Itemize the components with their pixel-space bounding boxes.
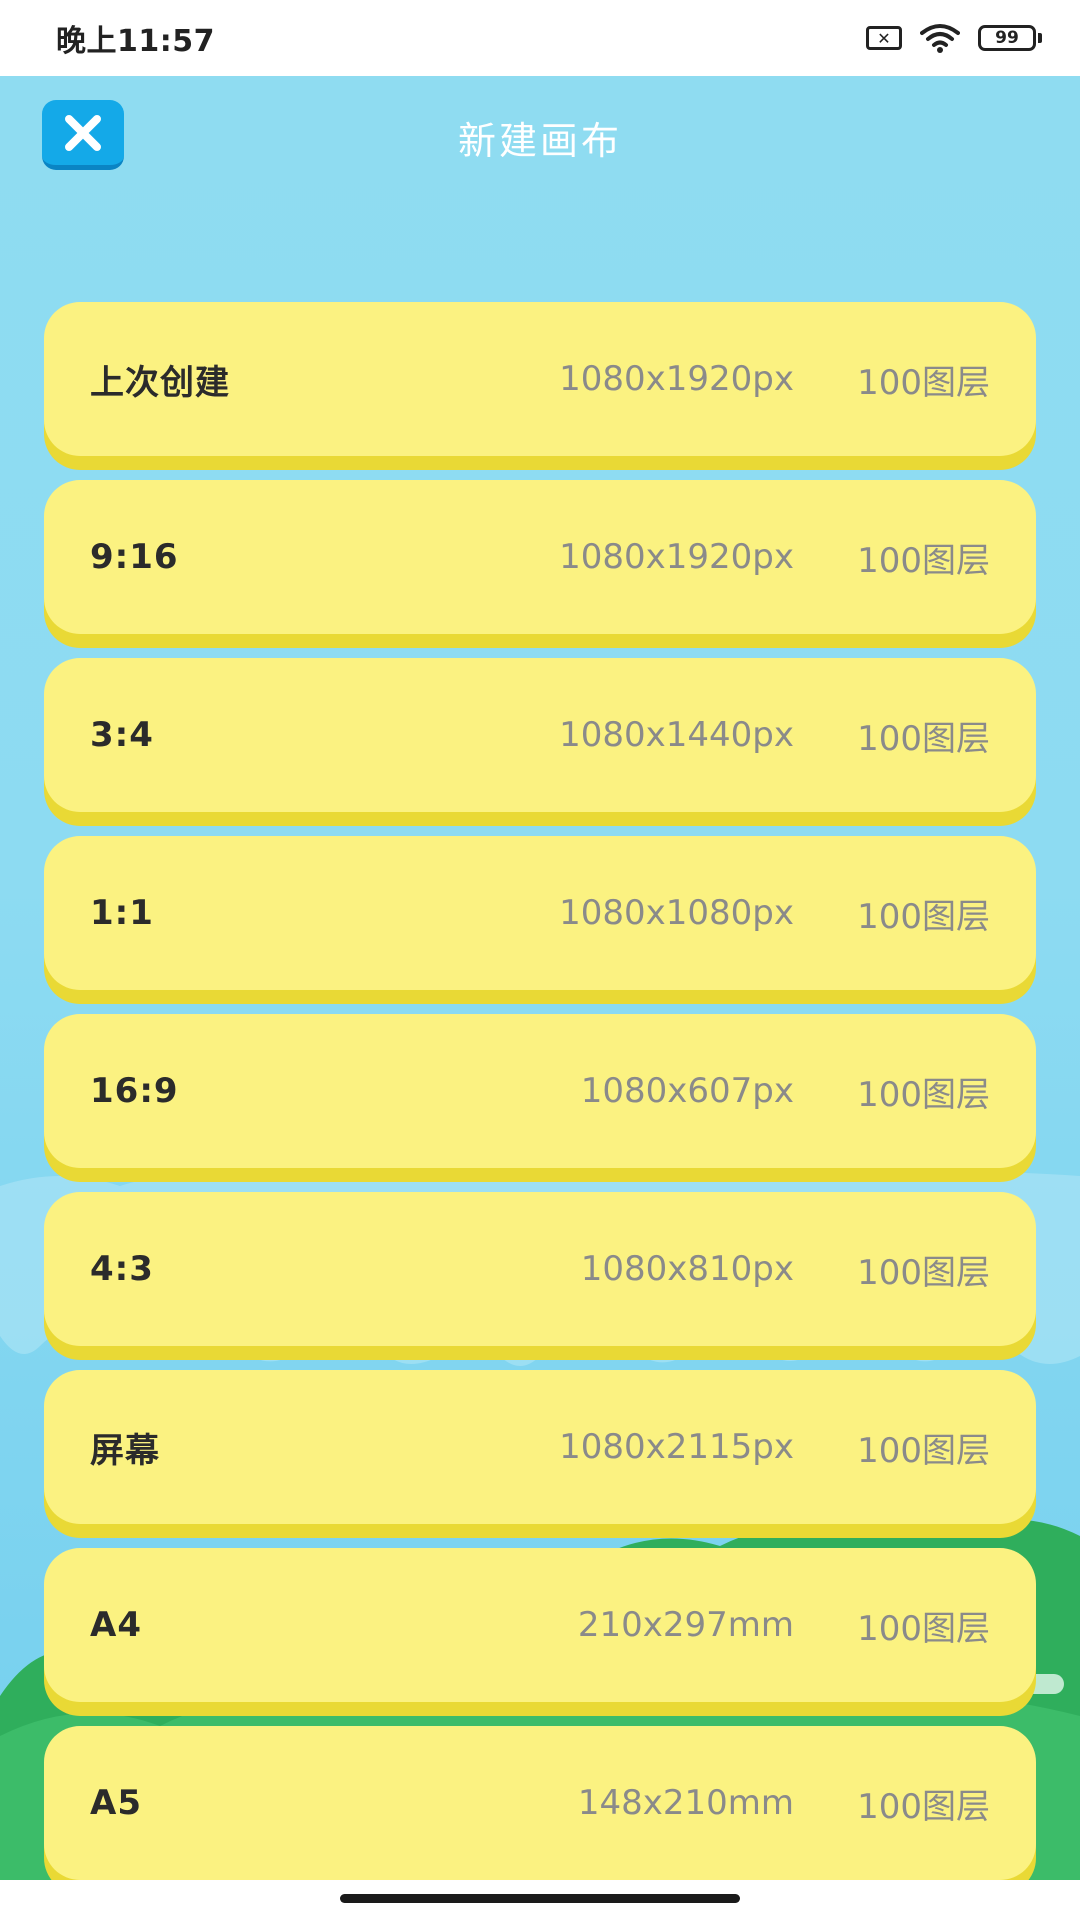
wifi-icon	[920, 23, 960, 53]
status-icons: ✕ 99	[866, 23, 1042, 53]
preset-1-1[interactable]: 1:1 1080x1080px 100图层	[44, 836, 1036, 990]
preset-name: A5	[90, 1783, 142, 1823]
preset-size: 1080x1920px	[559, 359, 794, 399]
preset-name: 1:1	[90, 893, 154, 933]
preset-9-16[interactable]: 9:16 1080x1920px 100图层	[44, 480, 1036, 634]
preset-size: 148x210mm	[577, 1783, 794, 1823]
no-sim-icon: ✕	[866, 26, 902, 50]
preset-name: 4:3	[90, 1249, 154, 1289]
status-time: 晚上11:57	[56, 24, 215, 59]
preset-layers: 100图层	[857, 1074, 990, 1115]
home-indicator[interactable]	[340, 1894, 740, 1903]
preset-name: 屏幕	[90, 1430, 160, 1471]
preset-size: 1080x607px	[580, 1071, 794, 1111]
preset-16-9[interactable]: 16:9 1080x607px 100图层	[44, 1014, 1036, 1168]
preset-layers: 100图层	[857, 896, 990, 937]
preset-layers: 100图层	[857, 1608, 990, 1649]
preset-name: A4	[90, 1605, 142, 1645]
preset-name: 9:16	[90, 537, 179, 577]
preset-3-4[interactable]: 3:4 1080x1440px 100图层	[44, 658, 1036, 812]
preset-size: 1080x1440px	[559, 715, 794, 755]
preset-layers: 100图层	[857, 1430, 990, 1471]
preset-name: 上次创建	[90, 362, 230, 403]
preset-layers: 100图层	[857, 362, 990, 403]
preset-size: 1080x1080px	[559, 893, 794, 933]
battery-level: 99	[978, 25, 1036, 51]
preset-size: 1080x810px	[580, 1249, 794, 1289]
preset-name: 16:9	[90, 1071, 179, 1111]
preset-size: 1080x2115px	[559, 1427, 794, 1467]
preset-size: 1080x1920px	[559, 537, 794, 577]
preset-layers: 100图层	[857, 1252, 990, 1293]
navigation-bar	[0, 1880, 1080, 1920]
preset-layers: 100图层	[857, 718, 990, 759]
new-canvas-screen: 新建画布 上次创建 1080x1920px 100图层 9:16 1080x19…	[0, 76, 1080, 1880]
preset-layers: 100图层	[857, 540, 990, 581]
preset-4-3[interactable]: 4:3 1080x810px 100图层	[44, 1192, 1036, 1346]
battery-icon: 99	[978, 25, 1042, 51]
preset-size: 210x297mm	[577, 1605, 794, 1645]
preset-a5[interactable]: A5 148x210mm 100图层	[44, 1726, 1036, 1880]
preset-last-created[interactable]: 上次创建 1080x1920px 100图层	[44, 302, 1036, 456]
status-bar: 晚上11:57 ✕ 99	[0, 0, 1080, 76]
preset-a4[interactable]: A4 210x297mm 100图层	[44, 1548, 1036, 1702]
canvas-preset-list: 上次创建 1080x1920px 100图层 9:16 1080x1920px …	[44, 302, 1036, 1880]
preset-screen[interactable]: 屏幕 1080x2115px 100图层	[44, 1370, 1036, 1524]
page-title: 新建画布	[457, 119, 622, 163]
preset-layers: 100图层	[857, 1786, 990, 1827]
preset-name: 3:4	[90, 715, 154, 755]
